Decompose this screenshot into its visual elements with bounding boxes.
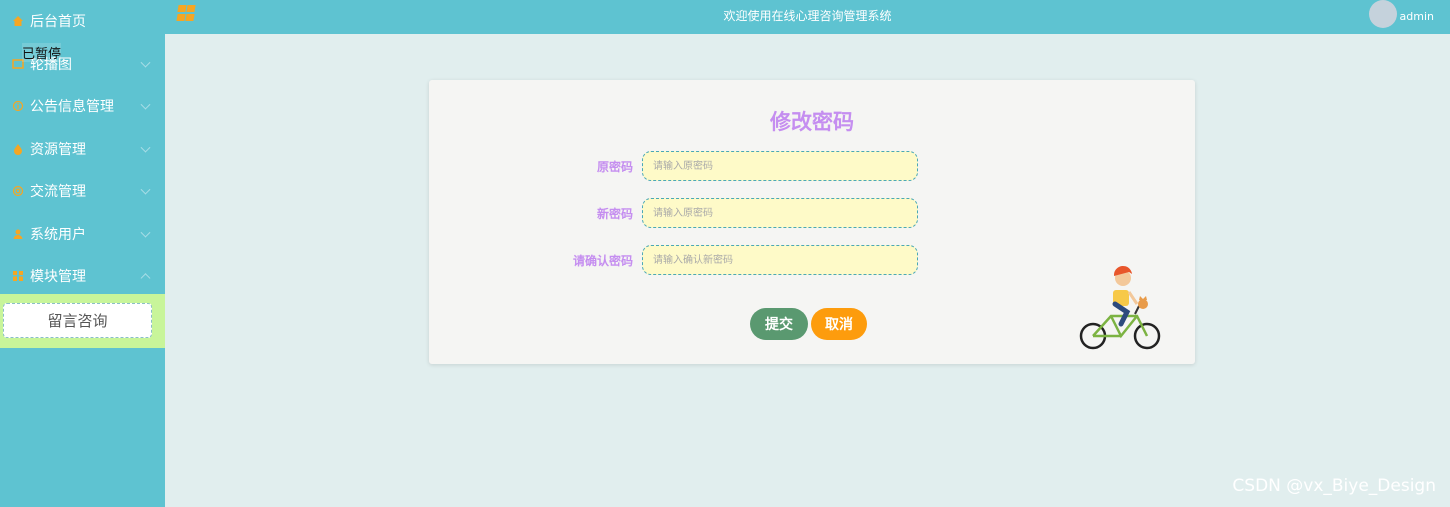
chevron-down-icon <box>140 184 151 195</box>
change-password-card: 修改密码 原密码 新密码 请确认密码 提交 取消 <box>429 80 1195 364</box>
drop-icon <box>11 142 24 155</box>
top-header: 欢迎使用在线心理咨询管理系统 admin <box>165 0 1450 34</box>
new-password-input[interactable] <box>642 198 918 228</box>
username[interactable]: admin <box>1400 10 1434 23</box>
sidebar-item-users[interactable]: 系统用户 <box>0 213 165 256</box>
sidebar-item-label: 公告信息管理 <box>30 99 114 116</box>
cyclist-illustration <box>1079 265 1161 350</box>
sidebar-item-notice[interactable]: 公告信息管理 <box>0 85 165 128</box>
grid-icon <box>11 270 24 283</box>
submenu-item-consultation[interactable]: 留言咨询 <box>3 303 152 338</box>
chevron-down-icon <box>140 57 151 68</box>
sidebar-item-communication[interactable]: 交流管理 <box>0 170 165 213</box>
chevron-down-icon <box>140 99 151 110</box>
chevron-down-icon <box>140 227 151 238</box>
confirm-password-label: 请确认密码 <box>572 254 633 268</box>
sidebar-item-label: 资源管理 <box>30 141 86 158</box>
sidebar: 后台首页 轮播图 公告信息管理 资源管理 交流管理 系统用户 模块管理 已暂停 … <box>0 0 165 507</box>
sidebar-item-label: 系统用户 <box>30 226 86 243</box>
user-icon <box>11 227 24 240</box>
info-icon <box>11 100 24 113</box>
csdn-watermark: CSDN @vx_Biye_Design <box>1232 476 1436 496</box>
sidebar-item-label: 后台首页 <box>30 14 86 31</box>
sidebar-item-label: 交流管理 <box>30 184 86 201</box>
sidebar-item-resources[interactable]: 资源管理 <box>0 128 165 171</box>
confirm-password-input[interactable] <box>642 245 918 275</box>
sidebar-item-home[interactable]: 后台首页 <box>0 0 165 43</box>
old-password-input[interactable] <box>642 151 918 181</box>
avatar[interactable] <box>1369 0 1397 28</box>
home-icon <box>11 15 24 28</box>
submit-button[interactable]: 提交 <box>750 308 808 340</box>
paused-overlay-text: 已暂停 <box>22 43 62 62</box>
submenu-modules: 留言咨询 <box>0 294 165 348</box>
chevron-down-icon <box>140 142 151 153</box>
old-password-label: 原密码 <box>596 160 633 174</box>
new-password-label: 新密码 <box>596 207 633 221</box>
cancel-button[interactable]: 取消 <box>811 308 867 340</box>
page-title: 修改密码 <box>770 110 854 134</box>
form-row-new-password: 新密码 <box>429 198 1195 228</box>
chevron-up-icon <box>140 273 151 284</box>
sidebar-item-modules[interactable]: 模块管理 <box>0 255 165 298</box>
settings-icon <box>11 185 24 198</box>
form-row-old-password: 原密码 <box>429 151 1195 181</box>
header-title: 欢迎使用在线心理咨询管理系统 <box>723 9 892 23</box>
sidebar-item-label: 模块管理 <box>30 269 86 286</box>
